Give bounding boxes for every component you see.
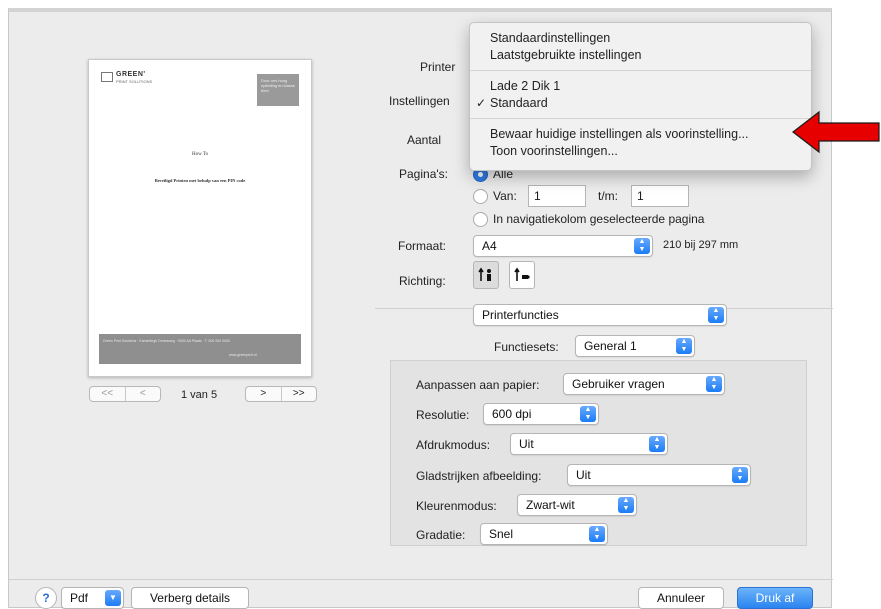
menu-item-save-preset[interactable]: Bewaar huidige instellingen als voorinst…	[490, 127, 748, 141]
pdf-label: Pdf	[70, 591, 89, 605]
gradation-popup[interactable]: Snel ▲ ▼	[480, 523, 608, 545]
printmode-popup[interactable]: Uit ▲ ▼	[510, 433, 668, 455]
chevron-updown-icon: ▲ ▼	[589, 526, 605, 542]
fit-to-paper-popup[interactable]: Gebruiker vragen ▲ ▼	[563, 373, 725, 395]
page-count: 1 van 5	[181, 389, 218, 401]
chevron-updown-icon: ▲ ▼	[732, 467, 748, 483]
resolution-popup[interactable]: 600 dpi ▲ ▼	[483, 403, 599, 425]
colormode-popup[interactable]: Zwart-wit ▲ ▼	[517, 494, 637, 516]
chevron-updown-icon: ▲ ▼	[618, 497, 634, 513]
page-nav-back-group: << <	[89, 386, 161, 402]
section-value: Printerfuncties	[482, 308, 559, 322]
chevron-updown-icon: ▲ ▼	[580, 406, 596, 422]
copies-label: Aantal	[407, 133, 442, 147]
featuresets-popup[interactable]: General 1 ▲ ▼	[575, 335, 695, 357]
portrait-orientation-icon[interactable]	[473, 261, 499, 289]
menu-item-last-used-settings[interactable]: Laatstgebruikte instellingen	[490, 48, 642, 62]
pages-from-label: Van:	[493, 189, 517, 203]
pdf-menu-button[interactable]: Pdf ▼	[61, 587, 124, 609]
preview-doc-subtitle: Beveiligd Printen met behulp van een PIN…	[154, 178, 246, 183]
section-popup[interactable]: Printerfuncties ▲ ▼	[473, 304, 727, 326]
chevron-updown-icon: ▲ ▼	[706, 376, 722, 392]
pages-range-radio[interactable]	[473, 189, 488, 204]
print-dialog: GREEN' PRINT SOLUTIONS Door ons hoog opl…	[8, 8, 833, 609]
pages-nav-selected-radio[interactable]	[473, 212, 488, 227]
featuresets-label: Functiesets:	[494, 340, 559, 354]
smoothing-popup[interactable]: Uit ▲ ▼	[567, 464, 751, 486]
colormode-label: Kleurenmodus:	[416, 499, 497, 513]
fit-to-paper-value: Gebruiker vragen	[572, 377, 665, 391]
resolution-label: Resolutie:	[416, 408, 470, 422]
pages-to-label: t/m:	[598, 189, 618, 203]
menu-item-tray[interactable]: Lade 2 Dik 1	[490, 79, 560, 93]
preview-doc-title: How To	[191, 152, 209, 157]
format-value: A4	[482, 239, 497, 253]
logo-icon	[101, 72, 113, 82]
format-popup[interactable]: A4 ▲ ▼	[473, 235, 653, 257]
print-preview-page: GREEN' PRINT SOLUTIONS Door ons hoog opl…	[88, 59, 312, 377]
menu-separator	[470, 70, 811, 71]
preview-footer-left: Green Print Solutions · Kamerlingh Onnes…	[103, 339, 230, 343]
chevron-down-icon: ▼	[105, 590, 121, 606]
preview-footer-right: www.greenprint.nl	[229, 353, 257, 357]
chevron-updown-icon: ▲ ▼	[676, 338, 692, 354]
menu-item-show-presets[interactable]: Toon voorinstellingen...	[490, 144, 618, 158]
menu-item-standard[interactable]: Standaard	[490, 96, 548, 110]
checkmark-icon: ✓	[476, 96, 487, 110]
colormode-value: Zwart-wit	[526, 498, 575, 512]
footer-divider	[9, 579, 833, 580]
chevron-updown-icon: ▲ ▼	[708, 307, 724, 323]
printmode-value: Uit	[519, 437, 534, 451]
gradation-label: Gradatie:	[416, 528, 466, 542]
resolution-value: 600 dpi	[492, 407, 532, 421]
red-arrow-icon	[792, 110, 880, 154]
help-button[interactable]: ?	[35, 587, 57, 609]
pages-to-field[interactable]: 1	[631, 185, 689, 207]
featuresets-value: General 1	[584, 339, 637, 353]
hide-details-button[interactable]: Verberg details	[131, 587, 249, 609]
pages-label: Pagina's:	[399, 167, 448, 181]
landscape-orientation-icon[interactable]	[509, 261, 535, 289]
gradation-value: Snel	[489, 527, 514, 541]
settings-label: Instellingen	[389, 94, 450, 108]
chevron-updown-icon: ▲ ▼	[649, 436, 665, 452]
page-nav-forward-group: > >>	[245, 386, 317, 402]
presets-menu: Standaardinstellingen Laatstgebruikte in…	[469, 22, 812, 171]
fit-to-paper-label: Aanpassen aan papier:	[416, 378, 540, 392]
preview-header-box-text: Door ons hoog opleiding en klasse bied	[261, 78, 296, 93]
last-page-button[interactable]: >>	[282, 387, 317, 401]
printer-label: Printer	[420, 60, 456, 74]
pages-nav-selected-label: In navigatiekolom geselecteerde pagina	[493, 212, 705, 226]
print-button[interactable]: Druk af	[737, 587, 813, 609]
preview-logo-text: GREEN'	[116, 71, 146, 78]
smoothing-value: Uit	[576, 468, 591, 482]
format-size: 210 bij 297 mm	[663, 239, 739, 251]
menu-separator	[470, 118, 811, 119]
previous-page-button[interactable]: <	[126, 387, 161, 401]
first-page-button[interactable]: <<	[90, 387, 126, 401]
menu-item-default-settings[interactable]: Standaardinstellingen	[490, 31, 610, 45]
cancel-button[interactable]: Annuleer	[638, 587, 724, 609]
printmode-label: Afdrukmodus:	[416, 438, 491, 452]
format-label: Formaat:	[398, 239, 447, 253]
orientation-label: Richting:	[399, 274, 446, 288]
next-page-button[interactable]: >	[246, 387, 282, 401]
pages-from-field[interactable]: 1	[528, 185, 586, 207]
preview-logo-subtext: PRINT SOLUTIONS	[116, 79, 153, 84]
chevron-updown-icon: ▲ ▼	[634, 238, 650, 254]
smoothing-label: Gladstrijken afbeelding:	[416, 469, 542, 483]
